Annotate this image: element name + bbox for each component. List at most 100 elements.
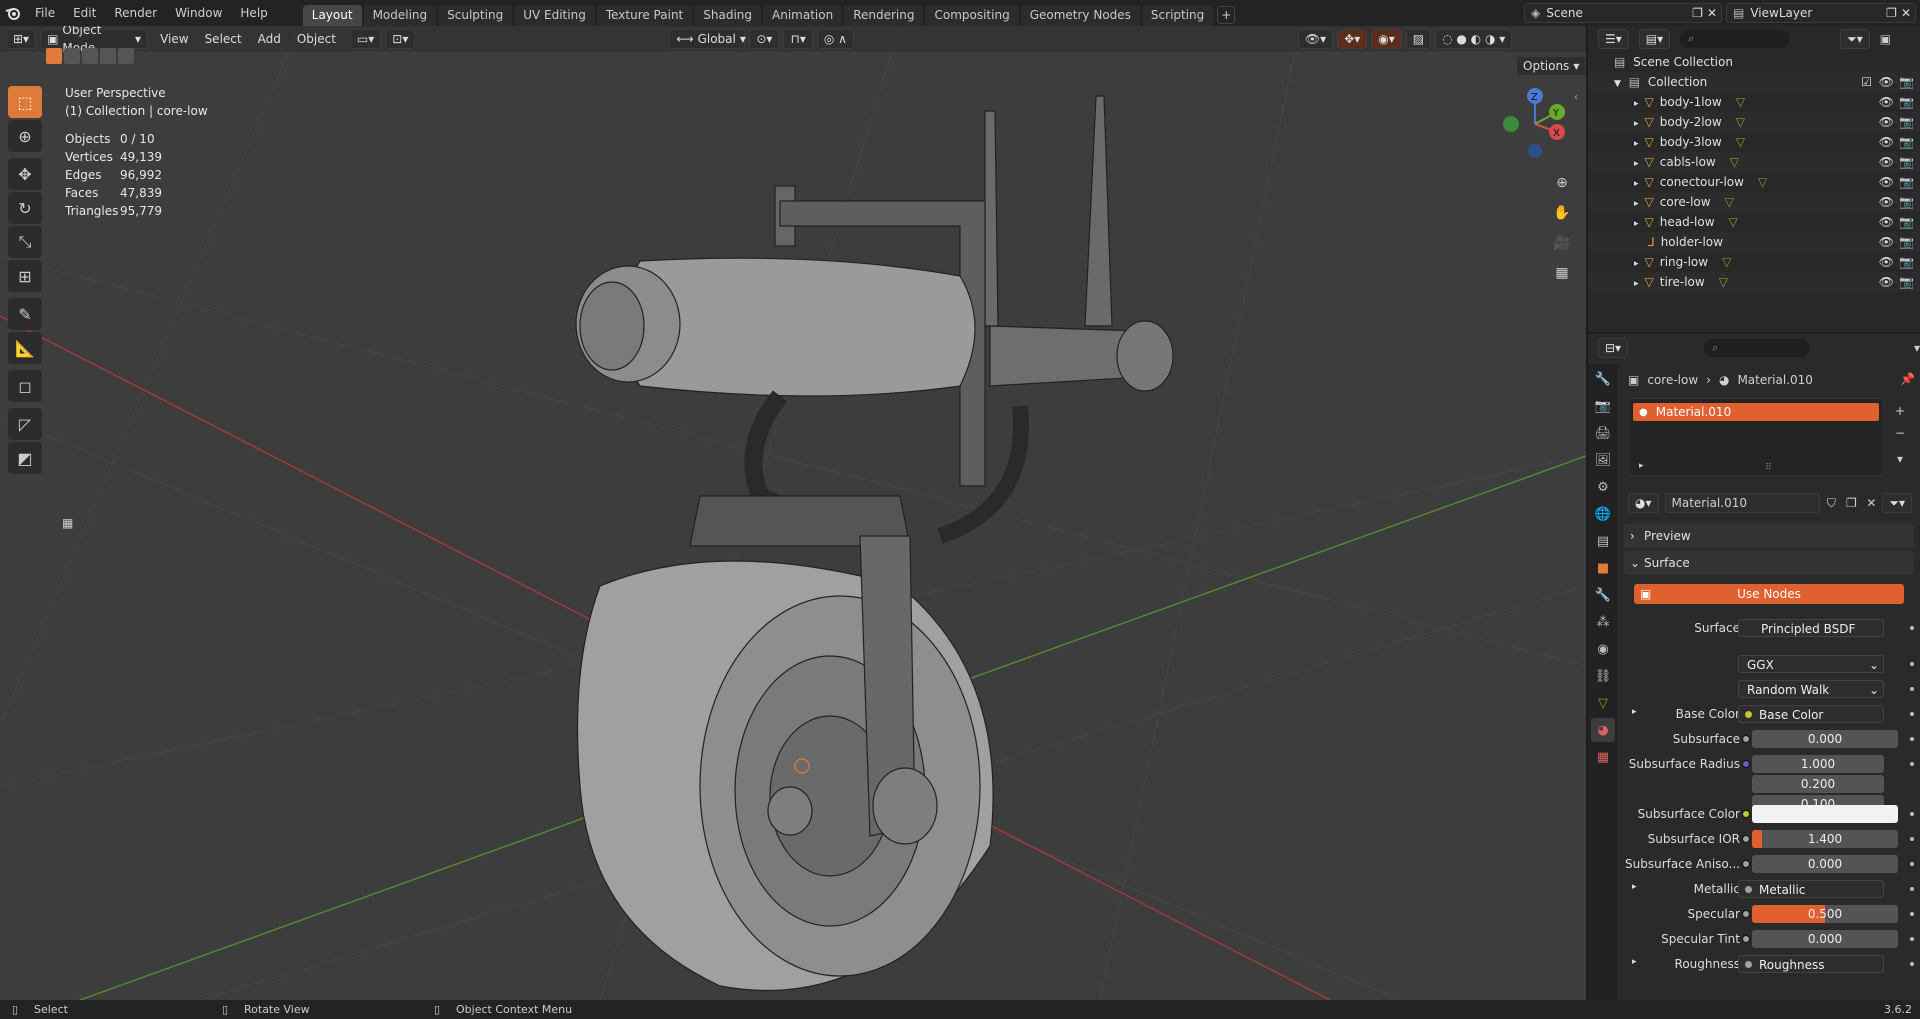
eye-icon[interactable]: 👁: [1879, 72, 1894, 92]
expand-chevron-icon[interactable]: ▸: [1632, 882, 1637, 892]
tab-geometry-nodes[interactable]: Geometry Nodes: [1020, 5, 1140, 26]
eye-icon[interactable]: 👁: [1879, 132, 1894, 152]
modifier-tab-icon[interactable]: 🔧: [1591, 583, 1615, 607]
number-slider[interactable]: 0.000: [1752, 855, 1898, 873]
vector-component-field[interactable]: 0.200: [1752, 775, 1884, 793]
particles-tab-icon[interactable]: ⁂: [1591, 610, 1615, 634]
select-intersect-icon[interactable]: [118, 48, 134, 64]
camera-render-icon[interactable]: 📷: [1899, 212, 1914, 232]
camera-render-icon[interactable]: 📷: [1899, 132, 1914, 152]
eye-icon[interactable]: 👁: [1879, 152, 1894, 172]
tab-texture-paint[interactable]: Texture Paint: [596, 5, 693, 26]
keyframe-dot-icon[interactable]: [1910, 762, 1914, 766]
camera-render-icon[interactable]: 📷: [1899, 112, 1914, 132]
camera-render-icon[interactable]: 📷: [1899, 92, 1914, 112]
blender-logo-icon[interactable]: [0, 0, 26, 26]
linked-input-field[interactable]: Base Color: [1738, 705, 1884, 723]
pan-hand-icon[interactable]: ✋: [1548, 199, 1576, 227]
mesh-data-icon[interactable]: ▽: [1730, 155, 1739, 169]
input-socket-icon[interactable]: [1742, 735, 1750, 743]
camera-render-icon[interactable]: 📷: [1899, 152, 1914, 172]
linked-input-field[interactable]: Roughness: [1738, 955, 1884, 973]
expand-chevron-icon[interactable]: ▼: [1614, 79, 1621, 89]
surface-shader-field[interactable]: Principled BSDF: [1738, 619, 1884, 637]
camera-render-icon[interactable]: 📷: [1899, 192, 1914, 212]
surface-panel-header[interactable]: ⌄ Surface: [1624, 551, 1914, 575]
number-slider[interactable]: 0.000: [1752, 930, 1898, 948]
color-swatch[interactable]: [1752, 805, 1898, 823]
keyframe-dot-icon[interactable]: [1910, 812, 1914, 816]
remove-slot-button[interactable]: −: [1890, 426, 1910, 444]
camera-render-icon[interactable]: 📷: [1899, 72, 1914, 92]
subsurface-method-dropdown[interactable]: Random Walk ⌄: [1738, 680, 1884, 698]
number-slider[interactable]: 1.400: [1752, 830, 1898, 848]
camera-render-icon[interactable]: 📷: [1899, 232, 1914, 252]
eye-icon[interactable]: 👁: [1879, 92, 1894, 112]
mesh-data-icon[interactable]: ▽: [1736, 115, 1745, 129]
mesh-data-icon[interactable]: ▽: [1736, 135, 1745, 149]
select-box-mode-button[interactable]: ▭▾: [349, 29, 382, 49]
overlays-toggle-button[interactable]: ◉▾: [1371, 29, 1402, 49]
gizmo-toggle-button[interactable]: ✥▾: [1337, 29, 1368, 49]
tab-layout[interactable]: Layout: [302, 5, 362, 26]
outliner-item[interactable]: ▸ ▽ body-1low ▽ 👁 📷: [1588, 92, 1920, 112]
input-socket-icon[interactable]: [1742, 910, 1750, 918]
input-socket-icon[interactable]: [1742, 810, 1750, 818]
outliner-item[interactable]: ▸ ▽ tire-low ▽ 👁 📷: [1588, 272, 1920, 292]
outliner-item[interactable]: ▸ ▽ body-2low ▽ 👁 📷: [1588, 112, 1920, 132]
expand-chevron-icon[interactable]: ▸: [1634, 179, 1639, 189]
outliner-item[interactable]: ▸ ▽ head-low ▽ 👁 📷: [1588, 212, 1920, 232]
properties-options-icon[interactable]: ▾: [1914, 341, 1920, 355]
rotate-tool-icon[interactable]: ↻: [8, 192, 42, 224]
number-slider[interactable]: 0.500: [1752, 905, 1898, 923]
scale-tool-icon[interactable]: ⤡: [8, 226, 42, 258]
menu-object[interactable]: Object: [289, 32, 344, 46]
add-cube-tool-icon[interactable]: ◻: [8, 370, 42, 402]
expand-chevron-icon[interactable]: ▸: [1634, 259, 1639, 269]
checker-icon[interactable]: ▦: [62, 516, 80, 534]
unlink-material-icon[interactable]: ✕: [1862, 496, 1880, 510]
keyframe-dot-icon[interactable]: [1910, 887, 1914, 891]
3d-viewport[interactable]: ⊞▾ ▣ Object Mode ▾ View Select Add Objec…: [0, 26, 1586, 1000]
tab-rendering[interactable]: Rendering: [844, 5, 924, 26]
expand-chevron-icon[interactable]: ▸: [1634, 159, 1639, 169]
transform-orientation-selector[interactable]: ⟷ Global ▾: [669, 29, 746, 49]
material-slot-item[interactable]: ● Material.010: [1633, 403, 1879, 421]
measure-tool-icon[interactable]: 📐: [8, 332, 42, 364]
scene-selector[interactable]: ◈ Scene ❐ ✕: [1524, 3, 1722, 23]
tab-shading[interactable]: Shading: [694, 5, 761, 26]
distribution-dropdown[interactable]: GGX ⌄: [1738, 655, 1884, 673]
eye-icon[interactable]: 👁: [1879, 252, 1894, 272]
number-slider[interactable]: 0.000: [1752, 730, 1898, 748]
delete-view-layer-icon[interactable]: ✕: [1901, 6, 1911, 20]
menu-view[interactable]: View: [152, 32, 196, 46]
properties-search-input[interactable]: ⌕: [1704, 339, 1810, 357]
checkbox-icon[interactable]: ☑: [1861, 72, 1872, 92]
scene-tab-icon[interactable]: ⚙: [1591, 475, 1615, 499]
view-layer-selector[interactable]: ▤ ViewLayer ❐ ✕: [1726, 3, 1916, 23]
input-socket-icon[interactable]: [1742, 935, 1750, 943]
camera-render-icon[interactable]: 📷: [1899, 272, 1914, 292]
view-layer-tab-icon[interactable]: 🖼: [1591, 448, 1615, 472]
constraints-tab-icon[interactable]: ⛓: [1591, 664, 1615, 688]
keyframe-dot-icon[interactable]: [1910, 937, 1914, 941]
copy-scene-icon[interactable]: ❐: [1692, 6, 1703, 20]
shear-tool-icon[interactable]: ◸: [8, 408, 42, 440]
mesh-data-icon[interactable]: ▽: [1758, 175, 1767, 189]
annotate-tool-icon[interactable]: ✎: [8, 298, 42, 330]
outliner-item[interactable]: ⅃ holder-low 👁 📷: [1588, 232, 1920, 252]
tab-scripting[interactable]: Scripting: [1141, 5, 1214, 26]
keyframe-dot-icon[interactable]: [1910, 862, 1914, 866]
world-tab-icon[interactable]: 🌐: [1591, 502, 1615, 526]
camera-render-icon[interactable]: 📷: [1899, 252, 1914, 272]
input-socket-icon[interactable]: [1742, 835, 1750, 843]
select-new-icon[interactable]: [46, 48, 62, 64]
keyframe-dot-icon[interactable]: [1910, 962, 1914, 966]
expand-chevron-icon[interactable]: ▸: [1632, 957, 1637, 967]
keyframe-dot-icon[interactable]: [1910, 912, 1914, 916]
menu-add[interactable]: Add: [250, 32, 289, 46]
input-socket-icon[interactable]: [1742, 860, 1750, 868]
cursor-tool-icon[interactable]: ⊕: [8, 120, 42, 152]
tool-tab-icon[interactable]: 🔧: [1591, 367, 1615, 391]
camera-render-icon[interactable]: 📷: [1899, 172, 1914, 192]
